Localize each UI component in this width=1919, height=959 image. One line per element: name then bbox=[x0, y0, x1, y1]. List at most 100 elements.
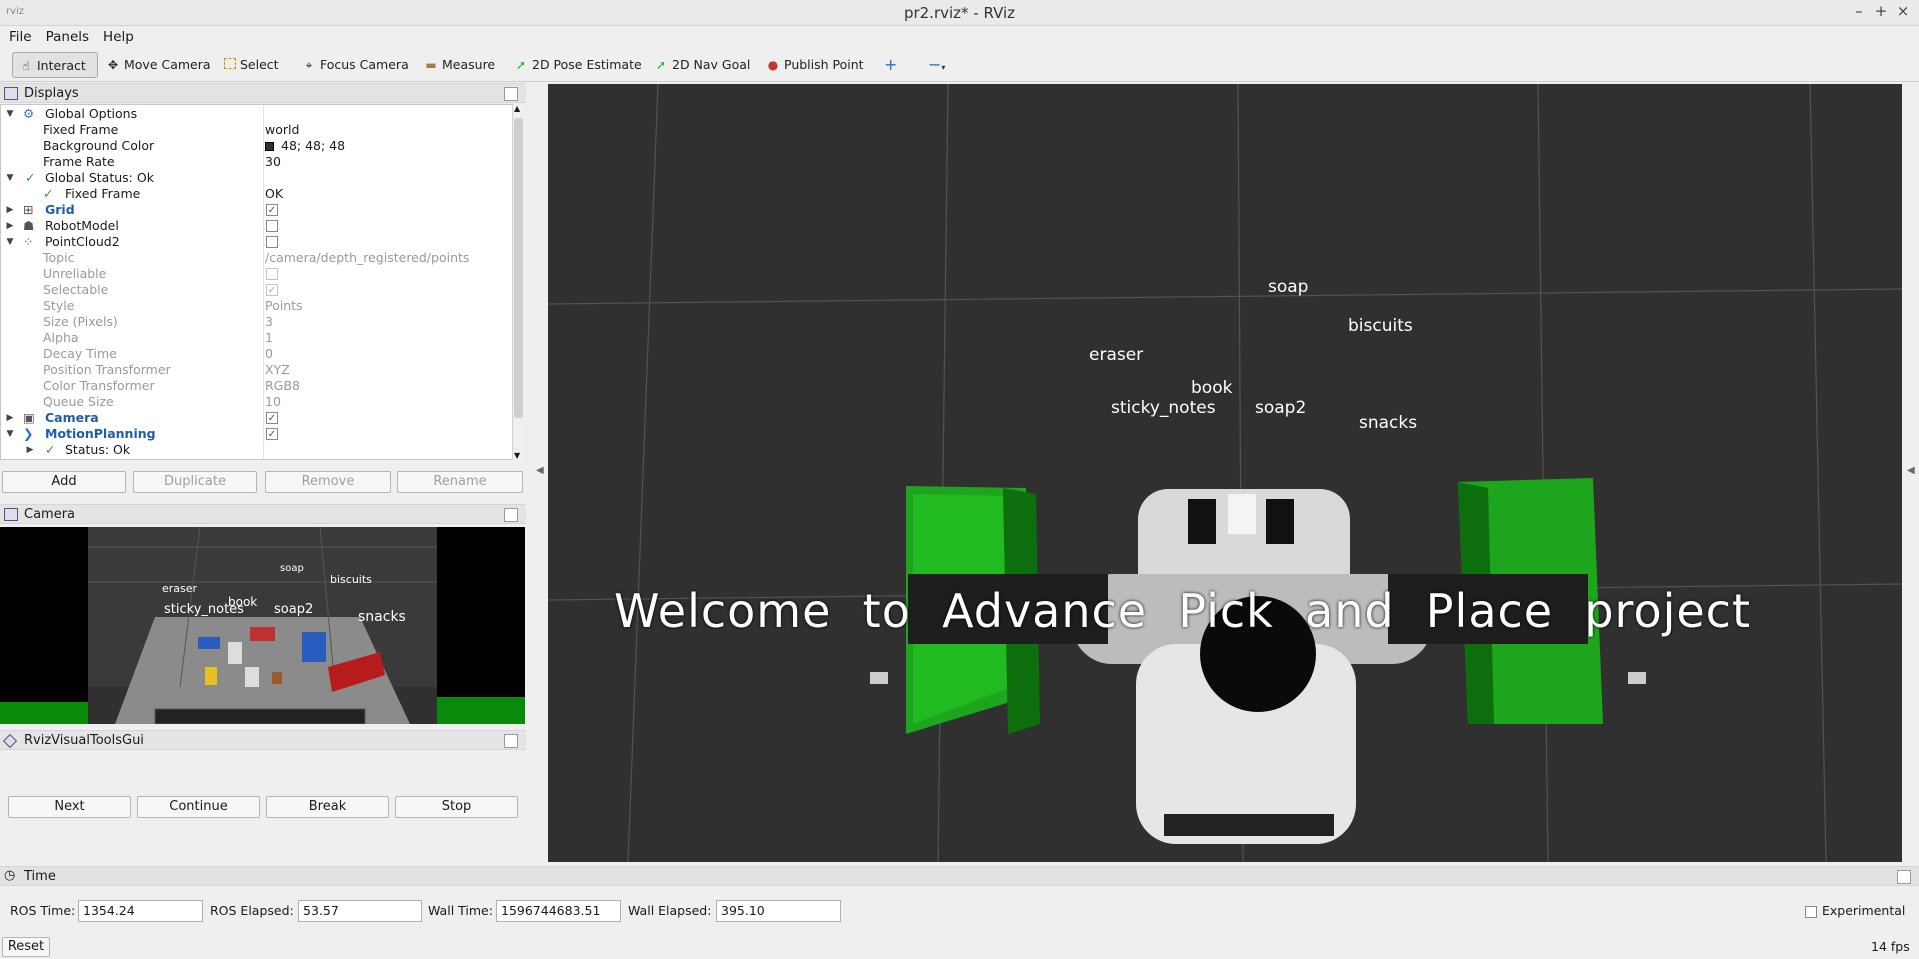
scroll-up-icon[interactable]: ▲ bbox=[514, 104, 520, 113]
tree-row-pointcloud2[interactable]: ▼ ⁘ PointCloud2 bbox=[1, 234, 501, 250]
color-swatch[interactable] bbox=[265, 142, 274, 151]
camera-label-sticky-notes: sticky_notes bbox=[164, 602, 244, 617]
maximize-icon[interactable]: + bbox=[1872, 2, 1890, 20]
collapse-arrow-icon[interactable]: ▼ bbox=[5, 170, 15, 186]
row-value[interactable]: 3 bbox=[265, 314, 273, 330]
camera-icon: ▣ bbox=[23, 410, 35, 425]
move-camera-tool[interactable]: ✥ Move Camera bbox=[100, 52, 217, 78]
row-value[interactable]: 48; 48; 48 bbox=[281, 138, 345, 154]
publish-point-tool[interactable]: ● Publish Point bbox=[760, 52, 870, 78]
welcome-text: Welcome to Advance Pick and Place projec… bbox=[614, 584, 1752, 638]
scroll-down-icon[interactable]: ▼ bbox=[514, 451, 520, 460]
add-tool-button[interactable]: + bbox=[878, 52, 903, 78]
time-panel-title: Time bbox=[24, 869, 56, 884]
row-value[interactable]: RGB8 bbox=[265, 378, 300, 394]
tree-row-style[interactable]: Style Points bbox=[1, 298, 501, 314]
tree-row-global-status[interactable]: ▼ ✓ Global Status: Ok bbox=[1, 170, 501, 186]
scrollbar-thumb[interactable] bbox=[514, 118, 523, 418]
remove-button[interactable]: Remove bbox=[265, 471, 391, 493]
tree-row-fixed-frame[interactable]: Fixed Frame world bbox=[1, 122, 501, 138]
tree-row-queue-size[interactable]: Queue Size 10 bbox=[1, 394, 501, 410]
tree-row-motionplanning[interactable]: ▼ ❯ MotionPlanning ✓ bbox=[1, 426, 501, 442]
pointcloud-enable-checkbox[interactable] bbox=[266, 236, 278, 248]
remove-tool-button[interactable]: −▾ bbox=[922, 52, 951, 78]
displays-scrollbar[interactable]: ▲ ▼ bbox=[512, 104, 524, 460]
wall-time-label: Wall Time: bbox=[428, 903, 493, 918]
collapse-arrow-icon[interactable]: ▼ bbox=[5, 106, 15, 122]
grid-enable-checkbox[interactable]: ✓ bbox=[266, 204, 278, 216]
rviz-tools-float-checkbox[interactable] bbox=[504, 734, 518, 748]
expand-arrow-icon[interactable]: ▶ bbox=[5, 218, 15, 234]
tree-row-unreliable[interactable]: Unreliable bbox=[1, 266, 501, 282]
camera-enable-checkbox[interactable]: ✓ bbox=[266, 412, 278, 424]
close-icon[interactable]: × bbox=[1894, 2, 1912, 20]
wall-elapsed-field[interactable]: 395.10 bbox=[716, 900, 841, 922]
pose-estimate-tool[interactable]: ➚ 2D Pose Estimate bbox=[508, 52, 648, 78]
time-float-checkbox[interactable] bbox=[1897, 870, 1911, 884]
rename-button[interactable]: Rename bbox=[397, 471, 523, 493]
tree-row-selectable[interactable]: Selectable ✓ bbox=[1, 282, 501, 298]
nav-goal-tool[interactable]: ➚ 2D Nav Goal bbox=[648, 52, 756, 78]
time-panel: ◷ Time ROS Time: 1354.24 ROS Elapsed: 53… bbox=[0, 866, 1919, 959]
tree-row-fixed-frame-status[interactable]: ✓ Fixed Frame OK bbox=[1, 186, 501, 202]
row-value[interactable]: 30 bbox=[265, 154, 281, 170]
unreliable-checkbox[interactable] bbox=[266, 268, 278, 280]
focus-camera-tool[interactable]: ⌖ Focus Camera bbox=[296, 52, 415, 78]
displays-float-checkbox[interactable] bbox=[504, 87, 518, 101]
menu-file[interactable]: File bbox=[4, 26, 37, 48]
row-value[interactable]: 10 bbox=[265, 394, 281, 410]
reset-button[interactable]: Reset bbox=[2, 937, 50, 957]
render-viewport[interactable]: soap biscuits eraser book sticky_notes s… bbox=[548, 84, 1902, 862]
collapse-arrow-icon[interactable]: ▼ bbox=[5, 426, 15, 442]
tree-row-camera[interactable]: ▶ ▣ Camera ✓ bbox=[1, 410, 501, 426]
motionplanning-enable-checkbox[interactable]: ✓ bbox=[266, 428, 278, 440]
break-button[interactable]: Break bbox=[266, 796, 389, 818]
ros-elapsed-field[interactable]: 53.57 bbox=[298, 900, 422, 922]
menu-panels[interactable]: Panels bbox=[41, 26, 94, 48]
expand-arrow-icon[interactable]: ▶ bbox=[5, 202, 15, 218]
menu-help[interactable]: Help bbox=[98, 26, 139, 48]
measure-tool[interactable]: ▬ Measure bbox=[418, 52, 501, 78]
continue-button[interactable]: Continue bbox=[137, 796, 260, 818]
wall-time-field[interactable]: 1596744683.51 bbox=[496, 900, 621, 922]
camera-float-checkbox[interactable] bbox=[504, 508, 518, 522]
duplicate-button[interactable]: Duplicate bbox=[133, 471, 257, 493]
tree-row-grid[interactable]: ▶ ⊞ Grid ✓ bbox=[1, 202, 501, 218]
row-value[interactable]: 1 bbox=[265, 330, 273, 346]
row-value[interactable]: /camera/depth_registered/points bbox=[265, 250, 469, 266]
select-tool[interactable]: Select bbox=[218, 52, 285, 78]
collapse-right-icon[interactable]: ◀ bbox=[1907, 465, 1915, 476]
collapse-arrow-icon[interactable]: ▼ bbox=[5, 234, 15, 250]
ros-time-field[interactable]: 1354.24 bbox=[78, 900, 203, 922]
tree-row-status-ok[interactable]: ▶ ✓ Status: Ok bbox=[1, 442, 501, 458]
row-name: Status: Ok bbox=[65, 442, 131, 457]
expand-arrow-icon[interactable]: ▶ bbox=[25, 442, 35, 458]
experimental-checkbox[interactable] bbox=[1805, 906, 1817, 918]
tree-row-decay-time[interactable]: Decay Time 0 bbox=[1, 346, 501, 362]
row-value[interactable]: Points bbox=[265, 298, 303, 314]
tree-row-robotmodel[interactable]: ▶ ☗ RobotModel bbox=[1, 218, 501, 234]
tree-row-alpha[interactable]: Alpha 1 bbox=[1, 330, 501, 346]
tree-row-background-color[interactable]: Background Color 48; 48; 48 bbox=[1, 138, 501, 154]
tree-row-topic[interactable]: Topic /camera/depth_registered/points bbox=[1, 250, 501, 266]
robotmodel-enable-checkbox[interactable] bbox=[266, 220, 278, 232]
interact-label: Interact bbox=[37, 58, 86, 73]
stop-button[interactable]: Stop bbox=[395, 796, 518, 818]
tree-row-size[interactable]: Size (Pixels) 3 bbox=[1, 314, 501, 330]
minimize-icon[interactable]: – bbox=[1850, 2, 1868, 20]
tree-row-position-transformer[interactable]: Position Transformer XYZ bbox=[1, 362, 501, 378]
expand-arrow-icon[interactable]: ▶ bbox=[5, 410, 15, 426]
row-value[interactable]: 0 bbox=[265, 346, 273, 362]
interact-tool[interactable]: ☝ Interact bbox=[12, 52, 98, 78]
add-button[interactable]: Add bbox=[2, 471, 126, 493]
collapse-left-icon[interactable]: ◀ bbox=[536, 465, 544, 476]
camera-view[interactable]: soap biscuits eraser book sticky_notes s… bbox=[0, 527, 525, 724]
tree-row-color-transformer[interactable]: Color Transformer RGB8 bbox=[1, 378, 501, 394]
next-button[interactable]: Next bbox=[8, 796, 131, 818]
tree-row-frame-rate[interactable]: Frame Rate 30 bbox=[1, 154, 501, 170]
selectable-checkbox[interactable]: ✓ bbox=[266, 284, 278, 296]
green-arrow-icon: ➚ bbox=[655, 58, 667, 72]
tree-row-global-options[interactable]: ▼ ⚙ Global Options bbox=[1, 106, 501, 122]
row-value[interactable]: world bbox=[265, 122, 299, 138]
row-value[interactable]: XYZ bbox=[265, 362, 290, 378]
